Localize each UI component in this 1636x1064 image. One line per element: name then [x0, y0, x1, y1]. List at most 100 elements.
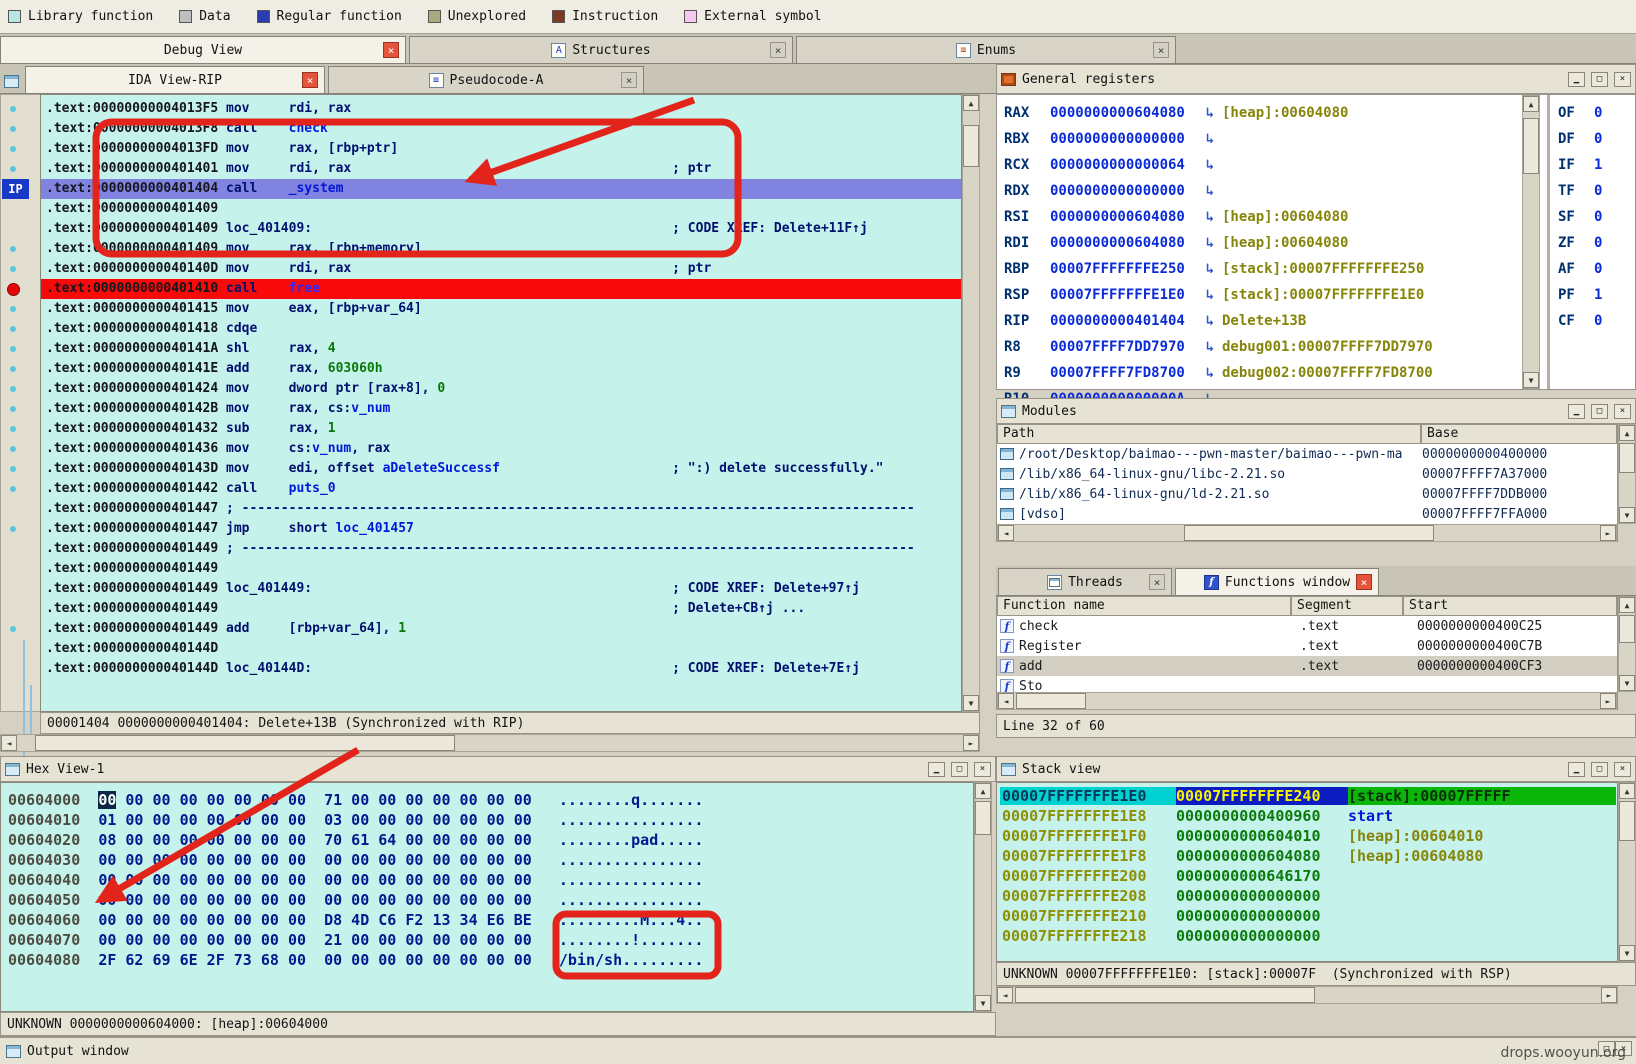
scroll-right-icon[interactable]: ►	[1600, 525, 1616, 541]
disasm-line[interactable]: .text:0000000000401401 mov rdi, rax ; pt…	[41, 159, 961, 179]
scroll-right-icon[interactable]: ►	[963, 735, 979, 751]
disasm-vscrollbar[interactable]: ▲ ▼	[962, 94, 980, 712]
disasm-line[interactable]: .text:0000000000401432 sub rax, 1	[41, 419, 961, 439]
tab-pseudocode-a[interactable]: Pseudocode-A×	[328, 66, 644, 93]
flag-row-df[interactable]: DF0	[1558, 126, 1634, 152]
scroll-left-icon[interactable]: ◄	[997, 987, 1013, 1003]
close-icon[interactable]: ×	[302, 72, 318, 88]
float-icon[interactable]: □	[1591, 72, 1608, 87]
disasm-line[interactable]: .text:0000000000401404 call _system	[41, 179, 961, 199]
hex-row[interactable]: 00604080 2F 62 69 6E 2F 73 68 00 00 00 0…	[8, 950, 968, 970]
hex-row[interactable]: 00604040 00 00 00 00 00 00 00 00 00 00 0…	[8, 870, 968, 890]
close-icon[interactable]: ×	[1153, 42, 1169, 58]
close-icon[interactable]: ×	[621, 72, 637, 88]
stack-vscrollbar[interactable]: ▲ ▼	[1618, 782, 1636, 962]
minimize-icon[interactable]: ▁	[928, 762, 945, 777]
flag-row-cf[interactable]: CF0	[1558, 308, 1634, 334]
register-row-rip[interactable]: RIP0000000000401404↳Delete+13B	[1004, 308, 1516, 334]
scroll-down-icon[interactable]: ▼	[1523, 372, 1539, 388]
flag-row-af[interactable]: AF0	[1558, 256, 1634, 282]
flag-row-of[interactable]: OF0	[1558, 100, 1634, 126]
breakpoint-icon[interactable]	[7, 283, 20, 296]
disasm-line[interactable]: .text:0000000000401449 add [rbp+var_64],…	[41, 619, 961, 639]
registers-vscrollbar[interactable]: ▲ ▼	[1522, 95, 1540, 389]
stack-row[interactable]: 00007FFFFFFFE2080000000000000000	[1000, 886, 1616, 906]
disasm-line[interactable]: .text:0000000000401449 ; Delete+CB↑j ...	[41, 599, 961, 619]
disasm-line[interactable]: .text:000000000040142B mov rax, cs:v_num	[41, 399, 961, 419]
close-icon[interactable]: ×	[1356, 574, 1372, 590]
disasm-line[interactable]: .text:0000000000401447 jmp short loc_401…	[41, 519, 961, 539]
register-row-rcx[interactable]: RCX0000000000000064↳	[1004, 152, 1516, 178]
disasm-line[interactable]: .text:0000000000401449 loc_401449: ; COD…	[41, 579, 961, 599]
scroll-left-icon[interactable]: ◄	[998, 693, 1014, 709]
disasm-line[interactable]: .text:0000000000401447 ; ---------------…	[41, 499, 961, 519]
close-icon[interactable]: ×	[770, 42, 786, 58]
scroll-down-icon[interactable]: ▼	[1619, 507, 1635, 523]
column-start[interactable]: Start	[1403, 596, 1617, 616]
disasm-line[interactable]: .text:000000000040140D mov rdi, rax ; pt…	[41, 259, 961, 279]
disasm-line[interactable]: .text:000000000040141E add rax, 603060h	[41, 359, 961, 379]
disasm-line[interactable]: .text:0000000000401409 loc_401409: ; COD…	[41, 219, 961, 239]
float-icon[interactable]: □	[1591, 762, 1608, 777]
stack-row[interactable]: 00007FFFFFFFE1F80000000000604080[heap]:0…	[1000, 846, 1616, 866]
column-path[interactable]: Path	[997, 424, 1421, 444]
register-row-rdx[interactable]: RDX0000000000000000↳	[1004, 178, 1516, 204]
hex-row[interactable]: 00604070 00 00 00 00 00 00 00 00 21 00 0…	[8, 930, 968, 950]
functions-vscrollbar[interactable]: ▲ ▼	[1618, 596, 1636, 692]
scroll-down-icon[interactable]: ▼	[975, 995, 991, 1011]
disasm-line[interactable]: .text:00000000004013F5 mov rdi, rax	[41, 99, 961, 119]
disassembly-view[interactable]: .text:00000000004013F5 mov rdi, rax .text…	[40, 94, 962, 712]
disasm-line[interactable]: .text:000000000040141A shl rax, 4	[41, 339, 961, 359]
modules-hscrollbar[interactable]: ◄ ►	[997, 524, 1617, 542]
register-row-rbp[interactable]: RBP00007FFFFFFFE250↳[stack]:00007FFFFFFF…	[1004, 256, 1516, 282]
tab-structures[interactable]: Structures×	[409, 36, 793, 63]
scroll-down-icon[interactable]: ▼	[1619, 945, 1635, 961]
column-segment[interactable]: Segment	[1291, 596, 1403, 616]
disasm-line[interactable]: .text:00000000004013FD mov rax, [rbp+ptr…	[41, 139, 961, 159]
column-base[interactable]: Base	[1421, 424, 1617, 444]
flag-row-pf[interactable]: PF1	[1558, 282, 1634, 308]
function-row-sto[interactable]: fSto	[997, 676, 1617, 692]
module-row[interactable]: [vdso]00007FFFF7FFA000	[997, 504, 1617, 524]
function-row-register[interactable]: fRegister.text0000000000400C7B	[997, 636, 1617, 656]
register-row-rax[interactable]: RAX0000000000604080↳[heap]:00604080	[1004, 100, 1516, 126]
tab-enums[interactable]: Enums×	[796, 36, 1176, 63]
hex-row[interactable]: 00604000 00 00 00 00 00 00 00 00 71 00 0…	[8, 790, 968, 810]
disasm-line[interactable]: .text:0000000000401449 ; ---------------…	[41, 539, 961, 559]
disasm-line[interactable]: .text:0000000000401418 cdqe	[41, 319, 961, 339]
disasm-line[interactable]: .text:0000000000401449	[41, 559, 961, 579]
hex-row[interactable]: 00604030 00 00 00 00 00 00 00 00 00 00 0…	[8, 850, 968, 870]
output-window-bar[interactable]: Output window □ × drops.wooyun.org	[0, 1036, 1636, 1064]
column-function-name[interactable]: Function name	[997, 596, 1291, 616]
register-row-r9[interactable]: R900007FFFF7FD8700↳debug002:00007FFFF7FD…	[1004, 360, 1516, 386]
stack-row[interactable]: 00007FFFFFFFE2000000000000646170	[1000, 866, 1616, 886]
minimize-icon[interactable]: ▁	[1568, 72, 1585, 87]
hex-row[interactable]: 00604020 08 00 00 00 00 00 00 00 70 61 6…	[8, 830, 968, 850]
stack-row[interactable]: 00007FFFFFFFE2100000000000000000	[1000, 906, 1616, 926]
close-icon[interactable]: ×	[974, 762, 991, 777]
close-icon[interactable]: ×	[1614, 404, 1631, 419]
scroll-left-icon[interactable]: ◄	[1, 735, 17, 751]
minimize-icon[interactable]: ▁	[1568, 404, 1585, 419]
scroll-right-icon[interactable]: ►	[1600, 693, 1616, 709]
disasm-line[interactable]: .text:0000000000401410 call free	[41, 279, 961, 299]
modules-vscrollbar[interactable]: ▲ ▼	[1618, 424, 1636, 524]
float-icon[interactable]: □	[1591, 404, 1608, 419]
registers-splitter[interactable]	[1547, 95, 1550, 389]
close-icon[interactable]: ×	[1149, 574, 1165, 590]
register-row-rbx[interactable]: RBX0000000000000000↳	[1004, 126, 1516, 152]
close-icon[interactable]: ×	[1614, 72, 1631, 87]
scroll-right-icon[interactable]: ►	[1601, 987, 1617, 1003]
tab-threads[interactable]: Threads×	[998, 568, 1172, 595]
hex-row[interactable]: 00604010 01 00 00 00 00 00 00 00 03 00 0…	[8, 810, 968, 830]
scroll-up-icon[interactable]: ▲	[1523, 96, 1539, 112]
close-icon[interactable]: ×	[383, 42, 399, 58]
scroll-left-icon[interactable]: ◄	[998, 525, 1014, 541]
module-row[interactable]: /root/Desktop/baimao---pwn-master/baimao…	[997, 444, 1617, 464]
hex-row[interactable]: 00604050 00 00 00 00 00 00 00 00 00 00 0…	[8, 890, 968, 910]
stack-row[interactable]: 00007FFFFFFFE1F00000000000604010[heap]:0…	[1000, 826, 1616, 846]
disasm-line[interactable]: .text:0000000000401436 mov cs:v_num, rax	[41, 439, 961, 459]
stack-row[interactable]: 00007FFFFFFFE2180000000000000000	[1000, 926, 1616, 946]
module-row[interactable]: /lib/x86_64-linux-gnu/libc-2.21.so00007F…	[997, 464, 1617, 484]
disasm-line[interactable]: .text:000000000040143D mov edi, offset a…	[41, 459, 961, 479]
